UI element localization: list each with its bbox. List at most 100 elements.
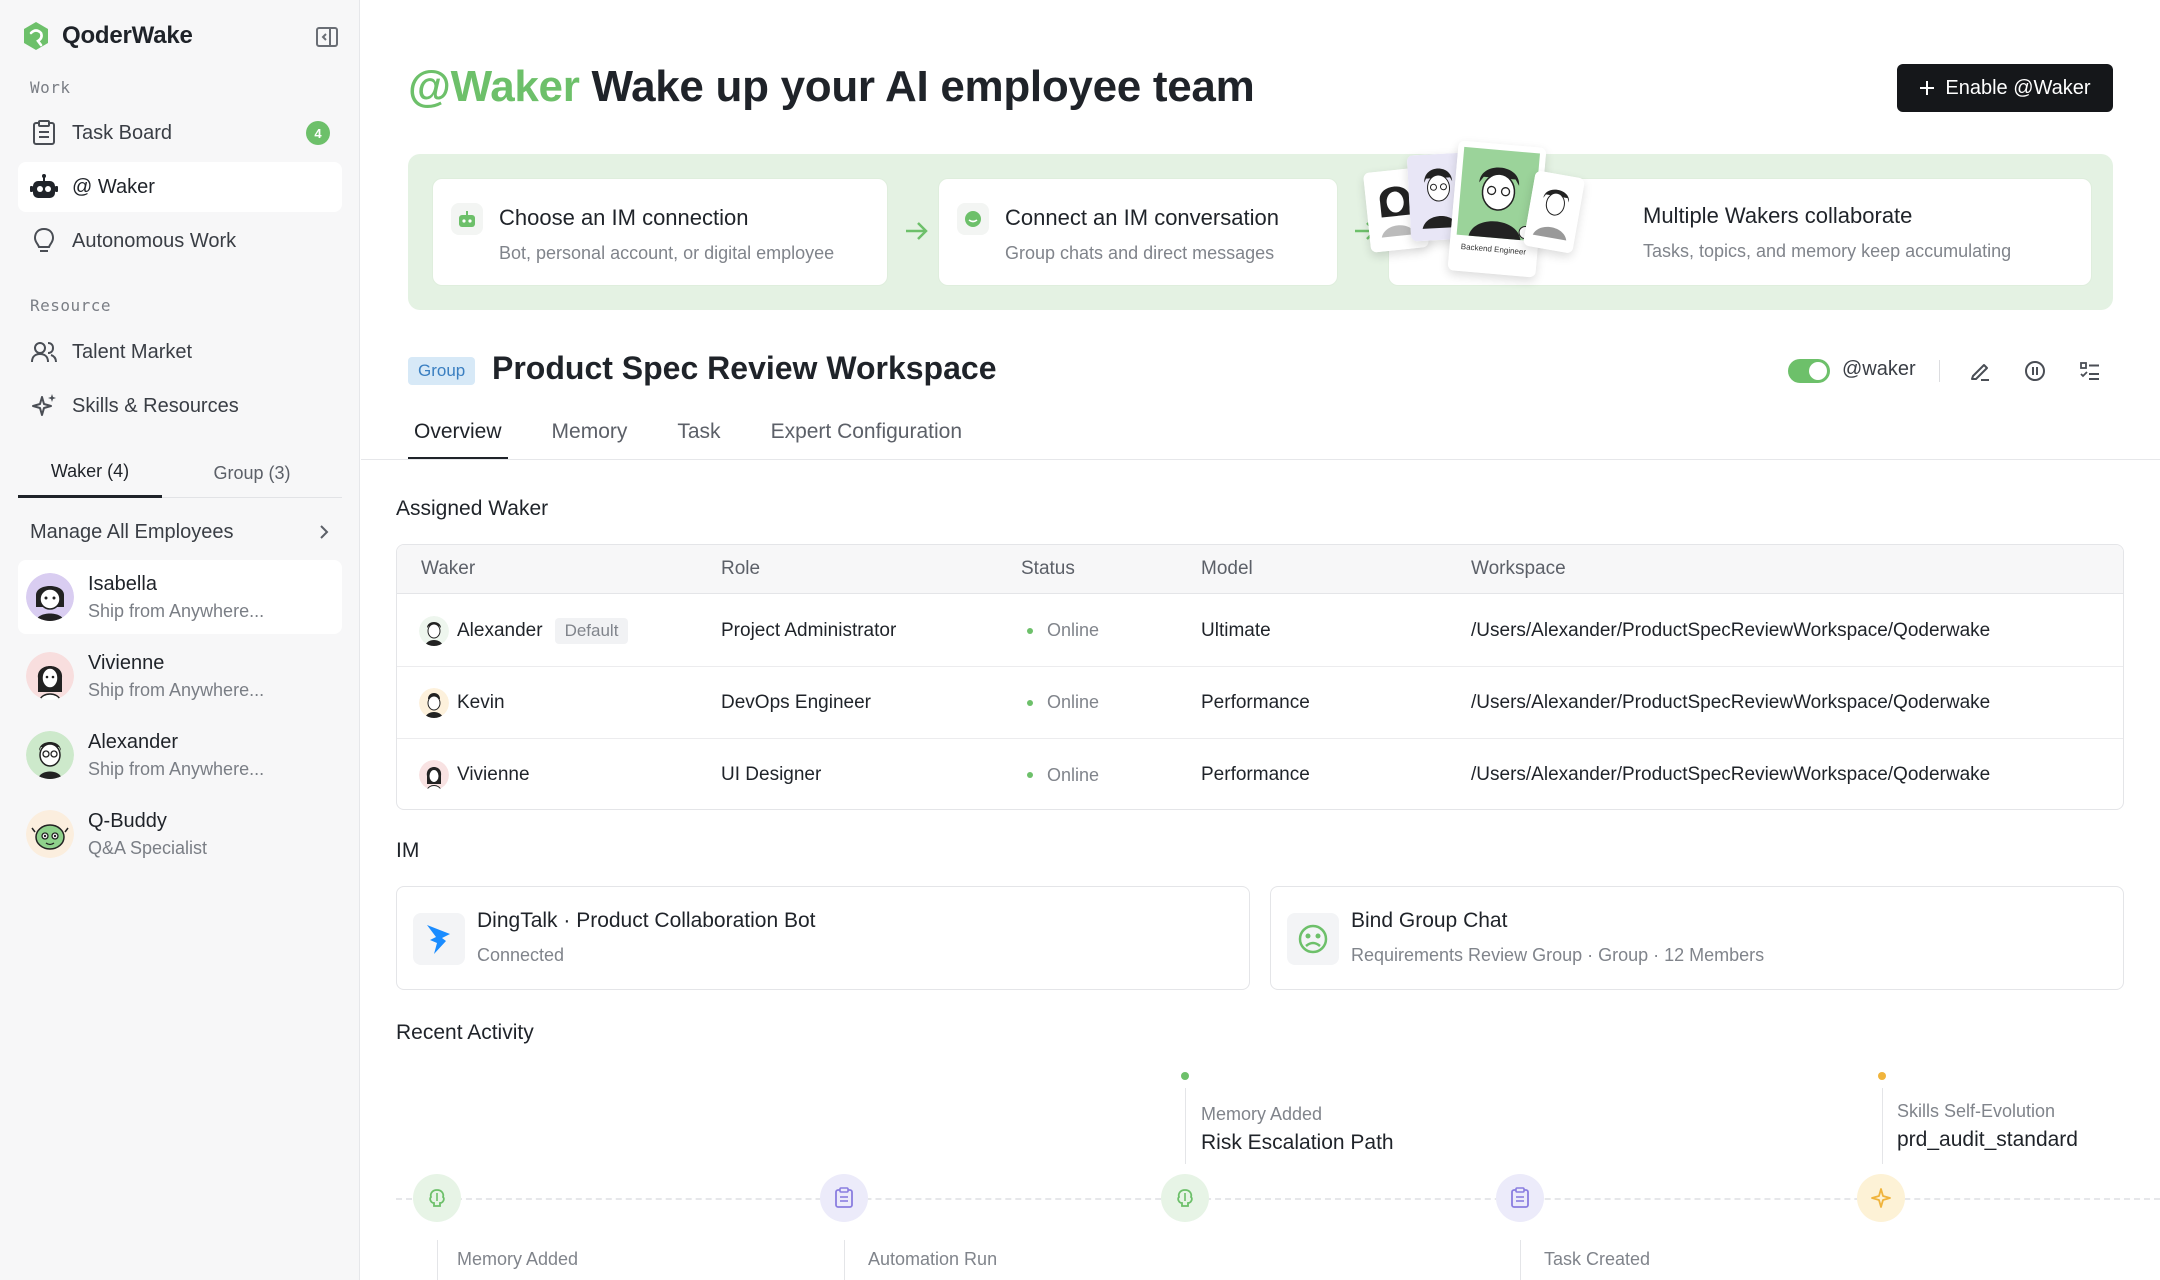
waker-cell: Alexander Default (419, 595, 629, 666)
pause-circle-icon (2025, 361, 2045, 381)
waker-name: Vivienne (457, 764, 530, 785)
timeline-node-task[interactable] (1496, 1174, 1544, 1222)
nav-talent-market[interactable]: Talent Market (18, 327, 342, 377)
timeline-node-automation[interactable] (820, 1174, 868, 1222)
activity-text[interactable]: prd_audit_standard (1897, 1128, 2078, 1152)
employee-item[interactable]: Alexander Ship from Anywhere... (18, 718, 342, 792)
nav-task-board-label: Task Board (72, 121, 173, 144)
flow-step-connect-im[interactable]: Connect an IM conversation Group chats a… (938, 178, 1338, 286)
assigned-waker-title: Assigned Waker (396, 497, 549, 520)
sidebar: QoderWake Work Task Board 4 @ Waker Auto… (0, 0, 360, 1280)
brand[interactable]: QoderWake (20, 20, 193, 52)
lightbulb-icon (30, 227, 58, 255)
table-header: Waker Role Status Model Workspace (397, 545, 2123, 594)
status-text: Online (1047, 620, 1100, 640)
nav-waker[interactable]: @ Waker (18, 162, 342, 212)
tab-expert-configuration[interactable]: Expert Configuration (765, 414, 968, 460)
workspace-cell: /Users/Alexander/ProductSpecReviewWorksp… (1471, 764, 1991, 785)
collapse-sidebar-button[interactable] (312, 22, 342, 52)
manage-all-employees[interactable]: Manage All Employees (18, 510, 342, 554)
enable-waker-label: Enable @Waker (1945, 76, 2091, 99)
status-cell: Online (1027, 739, 1100, 809)
hero-title-text: Wake up your AI employee team (591, 62, 1255, 111)
edit-button[interactable] (1965, 356, 1995, 386)
bot-icon (451, 203, 483, 235)
im-card-title: DingTalk · Product Collaboration Bot (477, 909, 816, 932)
column-header-workspace: Workspace (1471, 558, 1566, 579)
employee-item[interactable]: Vivienne Ship from Anywhere... (18, 639, 342, 713)
status-cell: Online (1027, 595, 1099, 666)
hero-title: @Waker Wake up your AI employee team (408, 62, 1255, 112)
table-row[interactable]: Alexander Default Project Administrator … (397, 595, 2123, 667)
enable-waker-button[interactable]: Enable @Waker (1897, 64, 2113, 112)
activity-label: Skills Self-Evolution (1897, 1101, 2056, 1121)
recent-activity-title: Recent Activity (396, 1021, 534, 1044)
avatar (26, 573, 74, 621)
sidebar-tabs: Waker (4) Group (3) (18, 448, 342, 498)
nav-skills-resources[interactable]: Skills & Resources (18, 381, 342, 431)
workspace-cell: /Users/Alexander/ProductSpecReviewWorksp… (1471, 691, 1991, 713)
avatar (26, 810, 74, 858)
sidebar-tab-group[interactable]: Group (3) (162, 448, 342, 498)
robot-icon (30, 173, 58, 201)
employee-name: Q-Buddy (88, 810, 167, 832)
sidebar-collapse-icon (316, 27, 338, 47)
onboarding-flow-panel: Choose an IM connection Bot, personal ac… (408, 154, 2113, 310)
tab-overview[interactable]: Overview (408, 414, 508, 460)
table-row[interactable]: Kevin DevOps Engineer Online Performance… (397, 667, 2123, 739)
column-header-waker: Waker (421, 558, 476, 579)
employee-item[interactable]: Q-Buddy Q&A Specialist (18, 797, 342, 871)
group-tag: Group (408, 357, 476, 385)
brand-name: QoderWake (62, 22, 193, 49)
flow-step-title: Multiple Wakers collaborate (1643, 203, 1913, 228)
activity-label: Automation Run (868, 1249, 998, 1269)
waker-portrait-stack: Backend Engineer (1341, 140, 1601, 290)
task-count-badge: 4 (306, 121, 330, 145)
activity-label: Memory Added (457, 1249, 579, 1269)
tab-task[interactable]: Task (671, 414, 726, 460)
tab-memory[interactable]: Memory (546, 414, 634, 460)
chevron-right-icon (320, 525, 329, 539)
table-row[interactable]: Vivienne UI Designer Online Performance … (397, 739, 2123, 809)
column-header-model: Model (1201, 558, 1253, 579)
checklist-button[interactable] (2075, 356, 2105, 386)
nav-autonomous-work[interactable]: Autonomous Work (18, 216, 342, 266)
employee-subtitle: Q&A Specialist (88, 838, 208, 858)
pause-button[interactable] (2020, 356, 2050, 386)
clipboard-icon (835, 1187, 853, 1208)
timeline-connector (1520, 1240, 1521, 1280)
status-text: Online (1047, 764, 1100, 785)
tabs-divider (361, 459, 2160, 460)
role-cell: DevOps Engineer (721, 691, 871, 713)
nav-autonomous-label: Autonomous Work (72, 229, 237, 252)
model-cell: Ultimate (1201, 619, 1271, 641)
nav-task-board[interactable]: Task Board 4 (18, 108, 342, 158)
waker-name: Kevin (457, 691, 505, 713)
sidebar-tab-waker[interactable]: Waker (4) (18, 448, 162, 498)
online-dot (1027, 772, 1033, 778)
avatar (26, 731, 74, 779)
im-card-status: Connected (477, 945, 565, 965)
divider (1939, 360, 1940, 382)
timeline-node-skills[interactable] (1857, 1174, 1905, 1222)
waker-toggle[interactable] (1788, 359, 1830, 383)
online-dot (1027, 699, 1033, 706)
activity-text[interactable]: Risk Escalation Path (1201, 1131, 1394, 1155)
flow-step-choose-im[interactable]: Choose an IM connection Bot, personal ac… (432, 178, 888, 286)
hero-title-accent: @Waker (408, 62, 580, 111)
im-card-subtitle: Requirements Review Group · Group · 12 M… (1351, 945, 1765, 965)
status-cell: Online (1027, 667, 1099, 738)
im-card-dingtalk[interactable]: DingTalk · Product Collaboration Bot Con… (396, 886, 1250, 990)
role-cell: UI Designer (721, 764, 822, 785)
timeline-node-memory[interactable] (413, 1174, 461, 1222)
employee-item[interactable]: Isabella Ship from Anywhere... (18, 560, 342, 634)
brain-icon (1177, 1189, 1193, 1207)
flow-step-title: Connect an IM conversation (1005, 205, 1279, 230)
manage-all-label: Manage All Employees (30, 520, 234, 543)
waker-cell: Kevin (419, 667, 505, 738)
workspace-tabs: Overview Memory Task Expert Configuratio… (408, 414, 1006, 460)
timeline-node-memory[interactable] (1161, 1174, 1209, 1222)
chat-bubble-icon (957, 203, 989, 235)
waker-cell: Vivienne (419, 739, 530, 809)
im-card-bind-group-chat[interactable]: Bind Group Chat Requirements Review Grou… (1270, 886, 2124, 990)
